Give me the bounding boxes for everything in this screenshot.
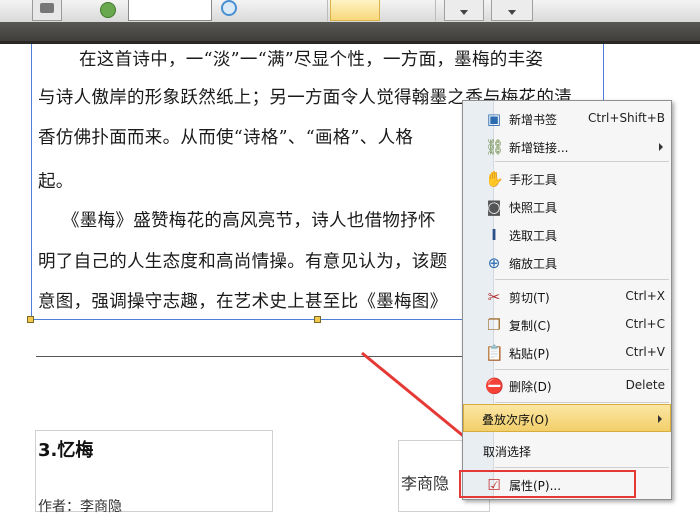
paragraph-line: 起。 [38,172,74,192]
divider [36,356,486,357]
rotate-icon[interactable] [95,0,121,21]
camera-icon: ◙ [486,198,502,216]
paragraph-line: 在这首诗中，一“淡”一“满”尽显个性，一方面，墨梅的丰姿 [79,50,544,70]
snapshot-tool-icon[interactable] [32,0,62,21]
zoom-in-icon[interactable] [218,0,242,21]
paste-icon: 📋 [485,344,504,362]
menu-item-paste[interactable]: 📋 粘贴(P) Ctrl+V [463,339,671,367]
menu-separator [495,467,669,468]
menu-item-label: 删除(D) [509,380,552,394]
menu-item-shortcut: Ctrl+C [625,317,665,331]
toolbar [0,0,700,23]
hand-icon: ✋ [485,170,504,188]
resize-handle-bottom-middle[interactable] [314,316,321,323]
active-tool-button[interactable] [330,0,380,21]
toolbar-dropdown-1[interactable] [444,0,484,21]
menu-item-select-tool[interactable]: I 选取工具 [463,221,671,249]
zoom-icon: ⊕ [487,254,501,272]
menu-separator [495,279,669,280]
menu-separator [495,161,669,162]
document-top-bar [0,22,700,44]
menu-item-label: 粘贴(P) [509,347,550,361]
scissors-icon: ✂ [487,288,501,306]
highlight-box [459,470,636,498]
resize-handle-bottom-left[interactable] [27,316,34,323]
menu-item-add-link[interactable]: ⛓ 新增链接... [463,133,671,161]
toolbar-tool-button-2[interactable] [386,0,436,21]
menu-item-snapshot-tool[interactable]: ◙ 快照工具 [463,193,671,221]
toolbar-dropdown-2[interactable] [491,0,533,21]
author-name: 李商隐 [401,474,450,493]
bookmark-icon: ▣ [486,110,502,128]
menu-item-copy[interactable]: ❐ 复制(C) Ctrl+C [463,311,671,339]
context-menu: ▣ 新增书签 Ctrl+Shift+B ⛓ 新增链接... ✋ 手形工具 ◙ 快… [462,100,672,500]
delete-icon: ⛔ [485,377,504,395]
menu-item-hand-tool[interactable]: ✋ 手形工具 [463,165,671,193]
menu-item-shortcut: Ctrl+V [625,345,665,359]
menu-item-label: 新增链接... [509,141,569,155]
menu-separator [495,369,669,370]
zoom-input[interactable] [128,0,212,21]
copy-icon: ❐ [487,316,501,334]
section-title: 3.忆梅 [38,440,94,461]
menu-item-label: 剪切(T) [509,291,550,305]
menu-item-add-bookmark[interactable]: ▣ 新增书签 Ctrl+Shift+B [463,105,671,133]
link-icon: ⛓ [485,138,505,156]
author-line: 作者：李商隐 [38,499,122,515]
menu-item-label: 取消选择 [483,445,532,459]
menu-item-delete[interactable]: ⛔ 删除(D) Delete [463,372,671,400]
menu-item-label: 新增书签 [509,113,558,127]
menu-item-stacking-order[interactable]: 叠放次序(O) [463,404,671,432]
text-select-icon: I [491,226,497,244]
menu-item-label: 复制(C) [509,319,551,333]
menu-item-shortcut: Delete [625,378,665,392]
paragraph-line: 《墨梅》盛赞梅花的高风亮节，诗人也借物抒怀 [62,211,436,231]
menu-item-label: 手形工具 [509,173,558,187]
chevron-down-icon [508,10,516,15]
menu-item-label: 选取工具 [509,229,558,243]
menu-item-label: 快照工具 [509,201,558,215]
paragraph-line: 明了自己的人生态度和高尚情操。有意见认为，该题 [38,252,448,272]
menu-separator [495,402,669,403]
chevron-down-icon [460,10,468,15]
toolbar-tool-button[interactable] [278,0,328,21]
submenu-arrow-icon [658,415,662,423]
paragraph-line: 意图，强调操守志趣，在艺术史上甚至比《墨梅图》 [38,292,448,312]
menu-item-label: 缩放工具 [509,257,558,271]
menu-item-cut[interactable]: ✂ 剪切(T) Ctrl+X [463,283,671,311]
menu-item-zoom-tool[interactable]: ⊕ 缩放工具 [463,249,671,277]
submenu-arrow-icon [659,143,663,151]
paragraph-line: 香仿佛扑面而来。从而使“诗格”、“画格”、人格 [38,128,414,148]
menu-item-shortcut: Ctrl+X [625,289,665,303]
menu-item-deselect[interactable]: 取消选择 [463,437,671,465]
menu-item-shortcut: Ctrl+Shift+B [588,111,665,125]
menu-item-label: 叠放次序(O) [482,413,549,427]
